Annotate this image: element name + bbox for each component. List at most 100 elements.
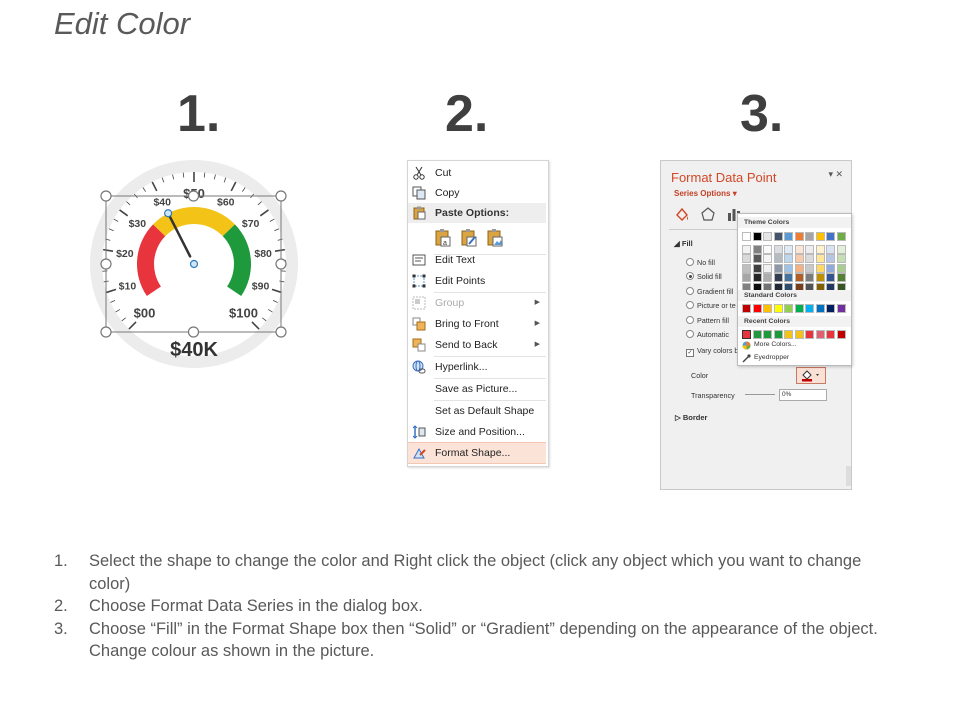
no-fill-option[interactable]: No fill [686, 258, 715, 267]
series-options-dropdown[interactable]: Series Options ▾ [674, 189, 737, 198]
vary-colors-checkbox[interactable]: ✓ Vary colors b [686, 346, 738, 357]
recent-color-swatch[interactable] [773, 330, 783, 339]
theme-color-swatch[interactable] [794, 273, 804, 282]
theme-color-swatch[interactable] [805, 232, 814, 241]
resize-handle[interactable] [187, 190, 200, 202]
pane-scrollbar[interactable] [846, 466, 851, 486]
standard-color-swatch[interactable] [794, 304, 804, 313]
menu-item-edit-text[interactable]: Edit Text [408, 250, 546, 270]
theme-color-swatch[interactable] [784, 263, 793, 273]
needle-handle[interactable] [164, 209, 173, 218]
recent-color-swatch[interactable] [752, 330, 762, 339]
gradient-fill-option[interactable]: Gradient fill [686, 287, 733, 296]
resize-handle[interactable] [275, 326, 287, 338]
fill-section-header[interactable]: ◢ Fill [674, 239, 693, 248]
theme-color-swatch[interactable] [815, 244, 825, 254]
paste-keep-formatting-icon[interactable] [460, 228, 478, 247]
theme-color-swatch[interactable] [826, 263, 835, 273]
theme-color-swatch[interactable] [784, 232, 793, 241]
menu-item-cut[interactable]: Cut [408, 163, 546, 183]
pane-controls[interactable]: ▾ ✕ [828, 169, 843, 180]
standard-color-swatch[interactable] [784, 304, 793, 313]
theme-color-swatch[interactable] [815, 232, 825, 241]
standard-color-swatch[interactable] [773, 304, 783, 313]
theme-color-swatch[interactable] [815, 254, 825, 263]
standard-color-swatch[interactable] [815, 304, 825, 313]
theme-color-swatch[interactable] [742, 273, 751, 282]
recent-color-swatch[interactable] [836, 330, 846, 339]
theme-color-swatch[interactable] [784, 273, 793, 282]
menu-item-send-to-back[interactable]: Send to Back ▶ [408, 335, 546, 355]
resize-handle[interactable] [187, 326, 200, 338]
theme-color-swatch[interactable] [805, 263, 814, 273]
transparency-input[interactable]: 0% [779, 389, 827, 401]
theme-color-swatch[interactable] [836, 232, 846, 241]
paste-use-destination-icon[interactable]: a [434, 228, 452, 247]
menu-item-format-shape[interactable]: Format Shape... [408, 442, 546, 464]
theme-color-swatch[interactable] [826, 244, 835, 254]
menu-item-bring-to-front[interactable]: Bring to Front ▶ [408, 314, 546, 334]
theme-color-swatch[interactable] [794, 232, 804, 241]
fill-line-tab-icon[interactable] [674, 206, 690, 222]
theme-color-swatch[interactable] [794, 254, 804, 263]
border-section-header[interactable]: ▷ Border [675, 413, 707, 422]
recent-color-swatch[interactable] [742, 330, 751, 339]
resize-handle[interactable] [100, 190, 112, 202]
theme-color-swatch[interactable] [826, 232, 835, 241]
theme-color-swatch[interactable] [752, 273, 762, 282]
theme-color-swatch[interactable] [773, 232, 783, 241]
theme-color-swatch[interactable] [773, 254, 783, 263]
standard-color-swatch[interactable] [752, 304, 762, 313]
theme-color-swatch[interactable] [773, 244, 783, 254]
standard-color-swatch[interactable] [805, 304, 814, 313]
theme-color-swatch[interactable] [752, 254, 762, 263]
theme-color-swatch[interactable] [763, 263, 772, 273]
effects-tab-icon[interactable] [700, 206, 716, 222]
theme-color-swatch[interactable] [836, 244, 846, 254]
more-colors-item[interactable]: More Colors... [754, 341, 797, 348]
theme-color-swatch[interactable] [763, 232, 772, 241]
menu-item-edit-points[interactable]: Edit Points [408, 271, 546, 291]
theme-color-swatch[interactable] [826, 273, 835, 282]
resize-handle[interactable] [275, 258, 287, 270]
menu-item-copy[interactable]: Copy [408, 183, 546, 203]
recent-color-swatch[interactable] [805, 330, 814, 339]
theme-color-swatch[interactable] [784, 244, 793, 254]
theme-color-swatch[interactable] [836, 263, 846, 273]
recent-color-swatch[interactable] [794, 330, 804, 339]
menu-item-size-and-position[interactable]: Size and Position... [408, 422, 546, 442]
resize-handle[interactable] [100, 258, 112, 270]
standard-color-swatch[interactable] [836, 304, 846, 313]
recent-color-swatch[interactable] [784, 330, 793, 339]
theme-color-swatch[interactable] [742, 254, 751, 263]
recent-color-swatch[interactable] [763, 330, 772, 339]
theme-color-swatch[interactable] [826, 254, 835, 263]
theme-color-swatch[interactable] [752, 263, 762, 273]
paste-picture-icon[interactable] [486, 228, 504, 247]
automatic-fill-option[interactable]: Automatic [686, 330, 729, 339]
pattern-fill-option[interactable]: Pattern fill [686, 316, 729, 325]
picture-fill-option[interactable]: Picture or te [686, 301, 736, 310]
theme-color-swatch[interactable] [805, 244, 814, 254]
theme-color-swatch[interactable] [836, 273, 846, 282]
menu-item-hyperlink[interactable]: Hyperlink... [408, 357, 546, 377]
fill-color-button[interactable] [796, 367, 826, 384]
theme-color-swatch[interactable] [752, 244, 762, 254]
standard-color-swatch[interactable] [763, 304, 772, 313]
theme-color-swatch[interactable] [794, 263, 804, 273]
theme-color-swatch[interactable] [794, 244, 804, 254]
theme-color-swatch[interactable] [763, 244, 772, 254]
theme-color-swatch[interactable] [815, 273, 825, 282]
menu-item-save-as-picture[interactable]: Save as Picture... [408, 379, 546, 399]
theme-color-swatch[interactable] [773, 273, 783, 282]
theme-color-swatch[interactable] [836, 254, 846, 263]
resize-handle[interactable] [275, 190, 287, 202]
theme-color-swatch[interactable] [805, 254, 814, 263]
solid-fill-option[interactable]: Solid fill [686, 272, 722, 281]
theme-color-swatch[interactable] [784, 254, 793, 263]
resize-handle[interactable] [100, 326, 112, 338]
theme-color-swatch[interactable] [805, 273, 814, 282]
theme-color-swatch[interactable] [742, 263, 751, 273]
theme-color-swatch[interactable] [742, 244, 751, 254]
speedometer-gauge[interactable]: $00$10$20$30$40$50$60$70$80$90$100 $40K [88, 158, 300, 370]
